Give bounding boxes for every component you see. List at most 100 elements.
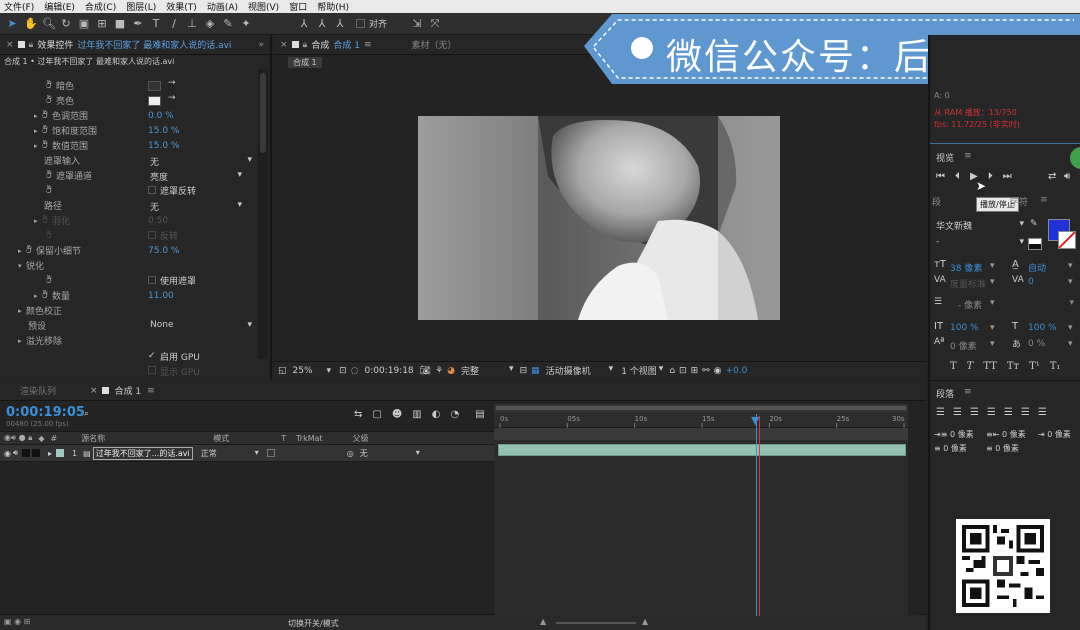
stroke-style-dropdown[interactable]: ▾ bbox=[1012, 298, 1074, 308]
preset-dropdown[interactable]: None ▾ bbox=[150, 320, 252, 332]
menu-file[interactable]: 文件(F) bbox=[4, 0, 34, 13]
stopwatch-icon[interactable]: ඊ bbox=[26, 246, 36, 256]
menu-composition[interactable]: 合成(C) bbox=[85, 0, 116, 13]
stopwatch-icon[interactable]: ඊ bbox=[42, 126, 52, 136]
path-dropdown[interactable]: 无 ▾ bbox=[150, 200, 242, 213]
justify-all-icon[interactable]: ☰ bbox=[1038, 407, 1047, 418]
time-ruler[interactable]: 0s 05s 10s 15s 20s 25s 30s bbox=[494, 412, 908, 428]
expand-arrow-icon[interactable]: ▸ bbox=[48, 449, 52, 458]
faux-italic-button[interactable]: T bbox=[967, 361, 974, 372]
timeline-icon[interactable]: ⊞ bbox=[691, 366, 699, 376]
composition-tab-title[interactable]: 合成 bbox=[311, 38, 329, 51]
camera-tool-icon[interactable]: ▣ bbox=[78, 17, 90, 30]
expand-arrow-icon[interactable]: ▸ bbox=[34, 292, 42, 300]
work-area-range[interactable] bbox=[496, 406, 906, 410]
playhead-line[interactable] bbox=[756, 414, 757, 616]
axis-local-icon[interactable]: ⅄ bbox=[298, 17, 310, 30]
snap-features-icon[interactable]: ⤧ bbox=[429, 17, 441, 30]
tab-menu-icon[interactable]: ≡ bbox=[147, 386, 155, 396]
layer-row-1[interactable]: ◉ 🔊︎ ▸ 1 ▤ 过年我不回家了...的话.avi 正常 ▾ ◎ 无 ▾ bbox=[0, 445, 494, 461]
paragraph-tab[interactable]: 段 bbox=[932, 195, 941, 208]
lock-toggle[interactable] bbox=[32, 449, 41, 457]
stroke-color-swatch[interactable] bbox=[1058, 231, 1076, 249]
footage-tab[interactable]: 素材（无） bbox=[412, 38, 457, 51]
stopwatch-icon[interactable]: ඊ bbox=[46, 276, 56, 286]
font-family-dropdown[interactable]: 华文新魏 ▾ bbox=[936, 219, 1024, 232]
use-mask-checkbox[interactable] bbox=[148, 276, 156, 284]
lock-icon[interactable]: 🔒︎ bbox=[29, 40, 34, 50]
rectangle-tool-icon[interactable]: ■ bbox=[114, 17, 126, 30]
zoom-out-icon[interactable]: ▲ bbox=[540, 617, 546, 626]
shy-layers-icon[interactable]: ☻ bbox=[392, 409, 402, 420]
loop-icon[interactable]: ⇄ bbox=[1048, 171, 1056, 182]
trkmat-header[interactable]: TrkMat bbox=[296, 434, 323, 443]
character-tab[interactable]: 字符 bbox=[1010, 195, 1028, 208]
camera-dropdown[interactable]: 活动摄像机 ▾ bbox=[546, 364, 614, 377]
motion-blur-icon[interactable]: ◐ bbox=[432, 409, 441, 420]
stopwatch-icon[interactable]: ඊ bbox=[42, 291, 52, 301]
effect-row-amount[interactable]: ▸ ඊ 数量 bbox=[34, 288, 70, 303]
space-after[interactable]: ≡ 0 像素 bbox=[986, 443, 1019, 454]
lock-icon[interactable]: 🔒︎ bbox=[303, 40, 308, 50]
timeline-comp-tab[interactable]: 合成 1 bbox=[115, 384, 142, 397]
matte-input-dropdown[interactable]: 无 ▾ bbox=[150, 155, 252, 168]
kerning-value[interactable]: 度量标准 bbox=[950, 277, 986, 290]
chevron-down-icon[interactable]: ▾ bbox=[1068, 339, 1073, 349]
expand-arrow-icon[interactable]: ▸ bbox=[34, 142, 42, 150]
first-frame-icon[interactable]: ⏮ bbox=[936, 171, 945, 182]
enable-gpu-checkbox[interactable]: ✓ bbox=[148, 351, 156, 361]
faux-bold-button[interactable]: T bbox=[950, 361, 957, 372]
panel-menu-icon[interactable]: × bbox=[90, 386, 98, 396]
search-icon[interactable]: ⌕ bbox=[84, 409, 89, 419]
type-tool-icon[interactable]: T bbox=[150, 17, 162, 30]
dark-color-swatch[interactable] bbox=[148, 81, 161, 91]
snapshot-icon[interactable]: 📷︎ bbox=[420, 366, 431, 376]
audio-icon[interactable]: 🔊︎ bbox=[1064, 171, 1070, 182]
composition-viewer-image[interactable] bbox=[418, 116, 780, 320]
footer-icons-left[interactable]: ▣ ◉ ⊞ bbox=[4, 617, 30, 626]
channel-icon[interactable]: ◕ bbox=[447, 366, 455, 376]
graph-editor-icon[interactable]: ◔ bbox=[450, 409, 459, 420]
layer-bar[interactable] bbox=[498, 444, 906, 456]
title-safe-icon[interactable]: ⊡ bbox=[339, 366, 347, 376]
transparency-grid-icon[interactable]: ▦ bbox=[531, 366, 540, 376]
audio-visibility-icon[interactable]: 🔊︎ bbox=[13, 448, 18, 458]
small-caps-button[interactable]: Tт bbox=[1007, 361, 1019, 372]
layer-name[interactable]: 过年我不回家了...的话.avi bbox=[92, 446, 193, 460]
space-before[interactable]: ≡ 0 像素 bbox=[934, 443, 967, 454]
effect-controls-scrollbar[interactable] bbox=[258, 69, 268, 359]
menu-window[interactable]: 窗口 bbox=[289, 0, 307, 13]
align-right-icon[interactable]: ☰ bbox=[970, 407, 979, 418]
timeline-current-time[interactable]: 0:00:19:05 bbox=[6, 405, 85, 420]
stopwatch-icon[interactable]: ඊ bbox=[46, 81, 56, 91]
tab-menu-icon[interactable]: ≡ bbox=[364, 40, 372, 50]
menu-layer[interactable]: 图层(L) bbox=[126, 0, 156, 13]
chevron-down-icon[interactable]: ▾ bbox=[1068, 277, 1073, 287]
pen-tool-icon[interactable]: ✒ bbox=[132, 17, 144, 30]
composition-subtab[interactable]: 合成 1 bbox=[288, 56, 322, 68]
always-preview-icon[interactable]: ◱ bbox=[278, 366, 287, 376]
panel-menu-icon[interactable]: ≡ bbox=[964, 151, 972, 161]
chevron-down-icon[interactable]: ▾ bbox=[990, 339, 995, 349]
fast-preview-icon[interactable]: ⊡ bbox=[679, 366, 687, 376]
panel-overflow-icon[interactable]: » bbox=[258, 40, 264, 50]
panel-menu-icon[interactable]: ≡ bbox=[1040, 195, 1048, 205]
parent-header[interactable]: 父级 bbox=[353, 433, 369, 444]
mode-header[interactable]: 模式 bbox=[213, 433, 229, 444]
expand-arrow-icon[interactable]: ▸ bbox=[34, 112, 42, 120]
next-frame-icon[interactable]: ⏵ bbox=[988, 171, 993, 182]
exposure-reset-icon[interactable]: ◉ bbox=[714, 366, 722, 376]
black-swatch[interactable] bbox=[1028, 238, 1042, 250]
source-name-header[interactable]: 源名称 bbox=[81, 433, 105, 444]
zoom-tool-icon[interactable]: 🔍︎ bbox=[42, 17, 56, 30]
snap-edges-icon[interactable]: ⇲ bbox=[411, 17, 423, 30]
previous-frame-icon[interactable]: ⏴ bbox=[955, 171, 960, 182]
amount-value[interactable]: 11.00 bbox=[148, 291, 174, 301]
zoom-dropdown[interactable]: 25% ▾ bbox=[293, 366, 332, 376]
resolution-dropdown[interactable]: 完整 ▾ bbox=[461, 364, 514, 377]
current-time[interactable]: 0:00:19:18 bbox=[364, 366, 413, 376]
pan-behind-tool-icon[interactable]: ⊞ bbox=[96, 17, 108, 30]
value-range-value[interactable]: 15.0 % bbox=[148, 141, 179, 151]
justify-right-icon[interactable]: ☰ bbox=[1021, 407, 1030, 418]
stopwatch-icon[interactable]: ඊ bbox=[42, 111, 52, 121]
